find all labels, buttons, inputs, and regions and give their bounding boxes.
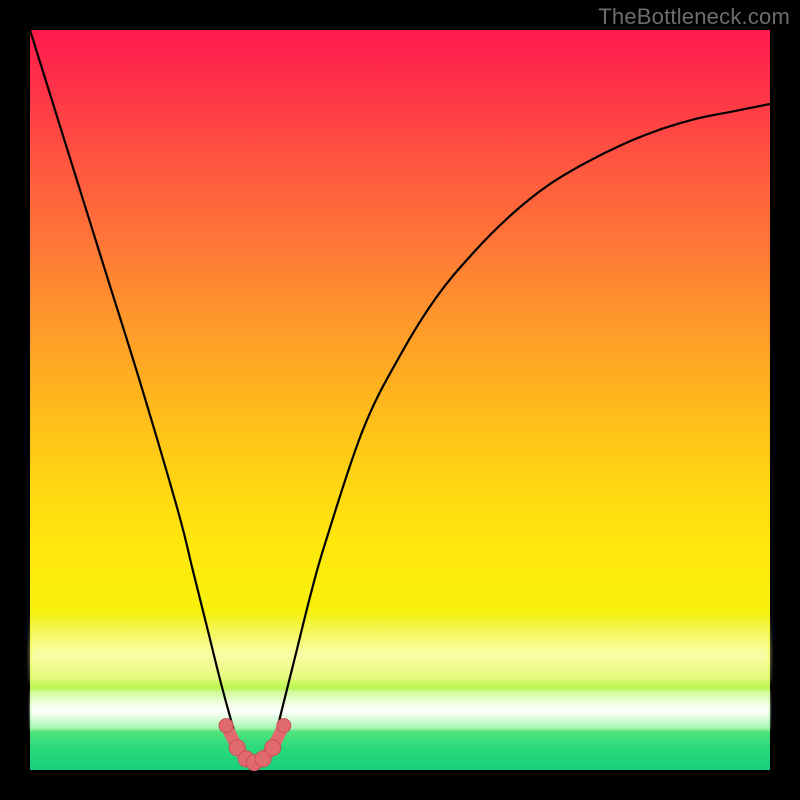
bead-cluster	[219, 719, 291, 771]
chart-frame: TheBottleneck.com	[0, 0, 800, 800]
bead-point	[219, 719, 233, 733]
bottleneck-curve	[30, 30, 770, 764]
chart-svg	[30, 30, 770, 770]
bead-point	[265, 740, 281, 756]
watermark-text: TheBottleneck.com	[598, 4, 790, 30]
bead-point	[277, 719, 291, 733]
